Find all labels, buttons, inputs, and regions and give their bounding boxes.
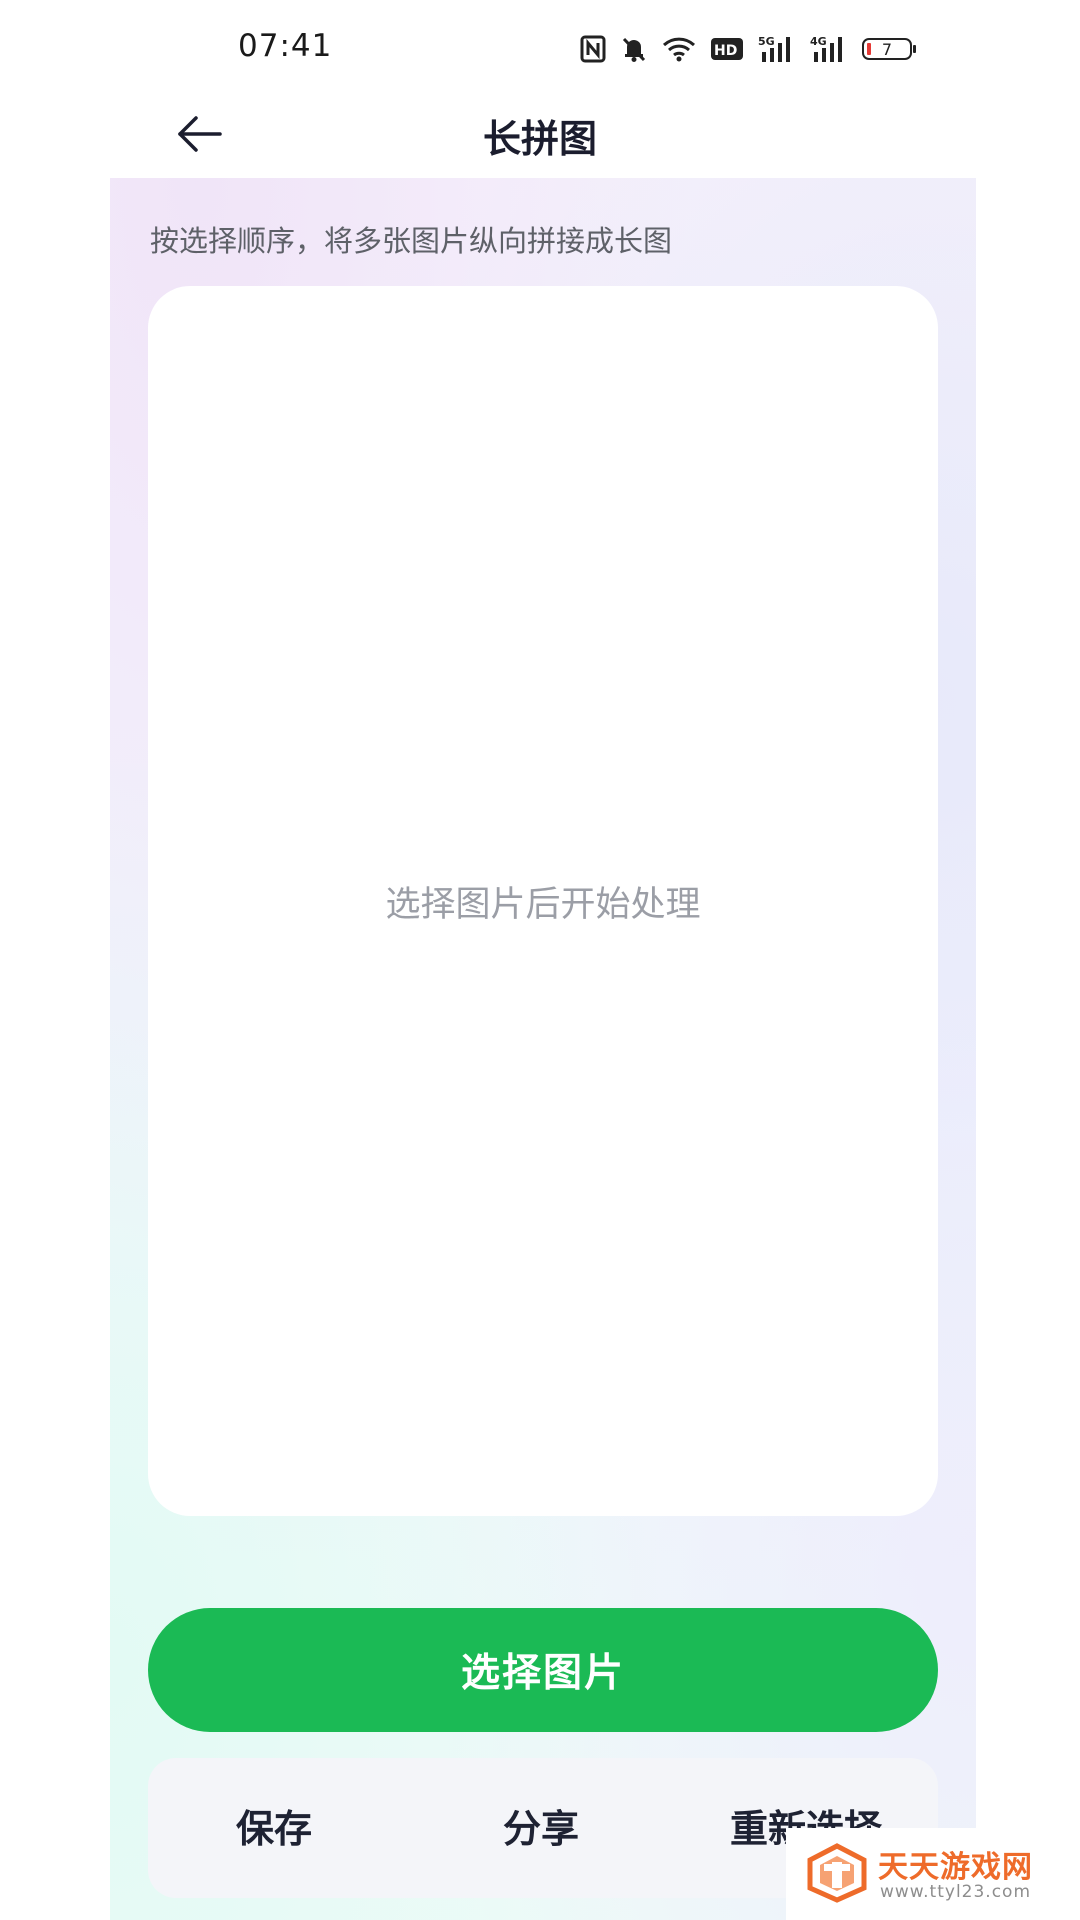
instruction-text: 按选择顺序，将多张图片纵向拼接成长图 xyxy=(150,224,673,258)
bell-off-icon xyxy=(620,34,648,64)
signal-4g-icon: 4G xyxy=(810,34,848,64)
preview-area: 选择图片后开始处理 xyxy=(148,286,938,1516)
status-icons: HD 5G 4G 7 xyxy=(580,34,916,64)
watermark-url: www.ttyl23.com xyxy=(880,1882,1032,1902)
save-button[interactable]: 保存 xyxy=(236,1798,312,1853)
page-title: 长拼图 xyxy=(482,117,597,161)
status-time: 07:41 xyxy=(238,28,333,64)
nfc-icon xyxy=(580,34,606,64)
status-bar: 07:41 HD 5G 4G 7 xyxy=(0,0,1080,100)
hd-icon: HD xyxy=(710,34,744,64)
watermark-logo-icon xyxy=(807,1843,867,1903)
hd-label: HD xyxy=(714,43,737,59)
select-image-button[interactable]: 选择图片 xyxy=(148,1608,938,1732)
watermark: 天天游戏网 www.ttyl23.com xyxy=(786,1828,1080,1920)
signal-5g-label: 5G xyxy=(758,35,775,48)
top-app-bar: 长拼图 xyxy=(0,100,1080,180)
long-stitch-screen: 07:41 HD 5G 4G 7 长拼图 按选择顺序，将多张图片纵向拼接成长图 … xyxy=(0,0,1080,1920)
battery-indicator: 7 xyxy=(862,38,916,60)
content-panel: 按选择顺序，将多张图片纵向拼接成长图 选择图片后开始处理 选择图片 保存 分享 … xyxy=(110,178,976,1920)
share-button[interactable]: 分享 xyxy=(503,1798,579,1853)
watermark-name: 天天游戏网 xyxy=(878,1850,1033,1885)
signal-5g-icon: 5G xyxy=(758,34,796,64)
signal-4g-label: 4G xyxy=(810,35,827,48)
battery-level: 7 xyxy=(881,39,893,59)
preview-placeholder-text: 选择图片后开始处理 xyxy=(385,884,701,925)
battery-icon: 7 xyxy=(862,34,916,64)
battery-low-fill xyxy=(867,43,871,55)
wifi-icon xyxy=(662,34,696,64)
